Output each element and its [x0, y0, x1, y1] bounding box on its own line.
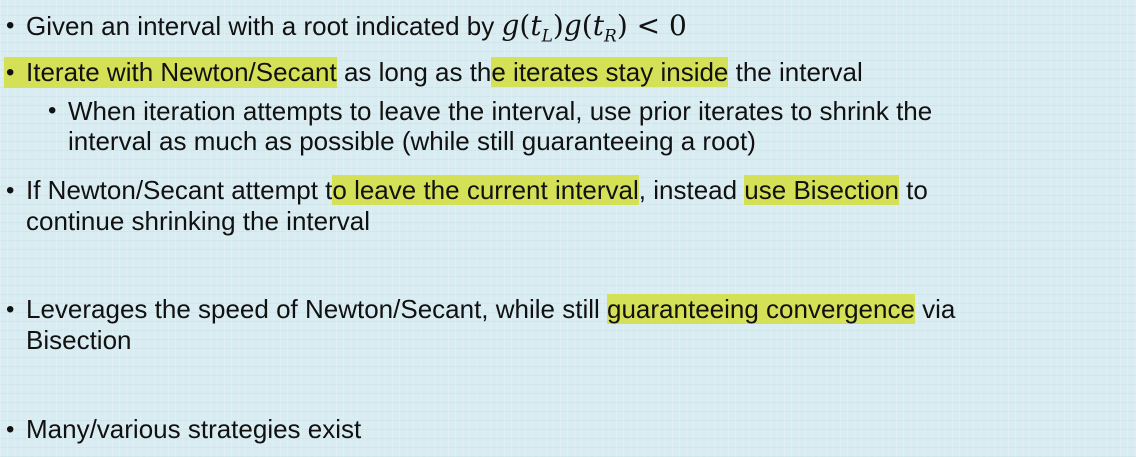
- highlight-iterates-stay-inside: e iterates stay inside: [491, 57, 729, 87]
- bullet-strategies: • Many/various strategies exist: [4, 414, 1104, 445]
- highlight-iterate-newton-secant: • Iterate with Newton/Secant: [4, 57, 337, 88]
- bullet-text: via: [914, 294, 956, 324]
- bullet-dot: •: [6, 177, 15, 204]
- sub-bullet-line-1: When iteration attempts to leave the int…: [68, 96, 933, 126]
- bullet-text: Many/various strategies exist: [26, 414, 362, 444]
- bullet-text: If Newton/Secant attempt t: [26, 175, 333, 205]
- bullet-leave-interval: • If Newton/Secant attempt to leave the …: [4, 175, 1104, 237]
- sub-bullet-line-2: interval as much as possible (while stil…: [68, 126, 756, 156]
- bullet-text-line-2: continue shrinking the interval: [26, 206, 370, 236]
- bullet-dot: •: [6, 12, 15, 39]
- bullet-leverages-speed: • Leverages the speed of Newton/Secant, …: [4, 294, 1104, 356]
- highlight-use-bisection: use Bisection: [744, 175, 899, 205]
- bullet-text: the interval: [728, 57, 863, 87]
- bullet-text: as long as th: [336, 57, 492, 87]
- bullet-interval-root: • Given an interval with a root indicate…: [4, 10, 1104, 53]
- sub-bullet-shrink-interval: • When iteration attempts to leave the i…: [48, 96, 1134, 156]
- bullet-dot: •: [6, 59, 15, 86]
- bullet-text: to: [898, 175, 928, 205]
- bullet-iterate: • Iterate with Newton/Secant as long as t…: [4, 57, 1104, 88]
- bullet-text-line-2: Bisection: [26, 325, 132, 355]
- bullet-text: Given an interval with a root indicated …: [26, 11, 502, 41]
- bullet-dot: •: [6, 416, 15, 443]
- root-condition-formula: g(tL)g(tR) < 0: [501, 9, 687, 47]
- highlight-leave-current-interval: o leave the current interval: [332, 175, 639, 205]
- bullet-text: , instead: [638, 175, 745, 205]
- sub-bullet-dot: •: [48, 97, 57, 124]
- highlight-guaranteeing-convergence: guaranteeing convergence: [607, 294, 915, 324]
- bullet-text: Leverages the speed of Newton/Secant, wh…: [26, 294, 608, 324]
- slide: • Given an interval with a root indicate…: [0, 0, 1136, 457]
- bullet-dot: •: [6, 296, 15, 323]
